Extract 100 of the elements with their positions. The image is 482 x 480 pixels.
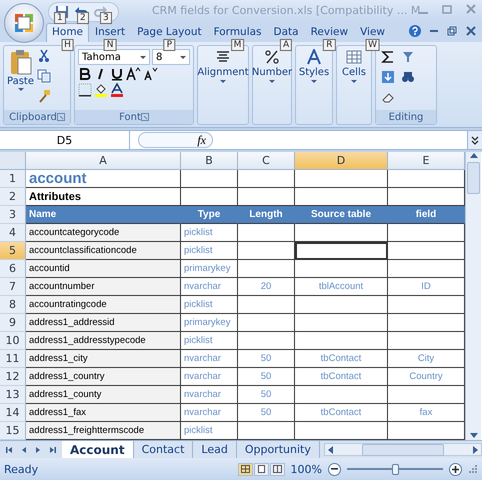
ribbon-tab[interactable]: Data: [268, 23, 305, 42]
grow-font-icon: [126, 67, 141, 81]
table-cell: picklist: [181, 224, 238, 242]
last-sheet-icon: [49, 446, 56, 454]
column-header[interactable]: A: [26, 152, 181, 170]
zoom-slider-thumb[interactable]: [392, 464, 399, 474]
row-header[interactable]: 10: [0, 332, 26, 350]
ribbon-tab[interactable]: View: [354, 23, 391, 42]
row-header[interactable]: 5: [0, 242, 26, 260]
zoom-in-button[interactable]: [449, 462, 462, 476]
column-heading: field: [388, 206, 465, 224]
table-cell: fax: [388, 404, 465, 422]
table-cell: [238, 188, 295, 206]
table-cell: address1_addressid: [26, 314, 181, 332]
horizontal-scrollbar[interactable]: [324, 443, 482, 456]
table-cell: address1_fax: [26, 404, 181, 422]
table-cell: accountratingcode: [26, 296, 181, 314]
insert-function-button[interactable]: fx: [138, 132, 213, 148]
zoom-level[interactable]: 100%: [290, 462, 322, 476]
table-cell: accountid: [26, 260, 181, 278]
column-header[interactable]: B: [181, 152, 238, 170]
page-layout-button[interactable]: [254, 462, 269, 476]
ribbon-tab[interactable]: Home: [46, 23, 90, 42]
row-header[interactable]: 12: [0, 368, 26, 386]
key-tip: P: [164, 39, 176, 51]
sort-filter-icon: [401, 50, 415, 64]
column-header[interactable]: C: [238, 152, 295, 170]
expand-icon: [471, 136, 479, 144]
table-cell: nvarchar: [181, 278, 238, 296]
table-cell: nvarchar: [181, 404, 238, 422]
column-header[interactable]: D: [295, 152, 388, 170]
row-header[interactable]: 11: [0, 350, 26, 368]
name-box[interactable]: D5: [0, 131, 130, 149]
row-header[interactable]: 3: [0, 206, 26, 224]
row-header[interactable]: 2: [0, 188, 26, 206]
active-cell[interactable]: [295, 242, 388, 260]
table-cell: accountnumber: [26, 278, 181, 296]
table-cell: account: [26, 170, 181, 188]
table-cell: Attributes: [26, 188, 181, 206]
font-color-icon: [110, 83, 124, 97]
table-cell: accountcategorycode: [26, 224, 181, 242]
dropdown-arrow-icon: [18, 88, 24, 91]
sum-icon: [381, 50, 395, 64]
row-header[interactable]: 4: [0, 224, 26, 242]
office-logo-icon: [13, 12, 35, 34]
scroll-right-icon: [472, 444, 479, 454]
shrink-font-icon: [143, 67, 158, 81]
table-cell: primarykey: [181, 314, 238, 332]
ribbon-tab[interactable]: Review: [304, 23, 354, 42]
percent-icon: [264, 49, 280, 65]
minimize-icon: [430, 30, 438, 32]
row-header[interactable]: 6: [0, 260, 26, 278]
ribbon-tab[interactable]: Page Layout: [131, 23, 208, 42]
fill-down-icon: [381, 70, 395, 84]
table-cell: 50: [238, 404, 295, 422]
table-cell: [238, 314, 295, 332]
table-cell: tbContact: [295, 350, 388, 368]
zoom-out-button[interactable]: [328, 462, 341, 476]
scrollbar-thumb[interactable]: [467, 162, 480, 194]
table-cell: Country: [388, 368, 465, 386]
row-header[interactable]: 9: [0, 314, 26, 332]
table-cell: nvarchar: [181, 350, 238, 368]
key-tip: N: [104, 39, 116, 51]
font-name-field[interactable]: Tahoma: [78, 49, 150, 65]
font-size-field[interactable]: 8: [152, 49, 190, 65]
row-header[interactable]: 14: [0, 404, 26, 422]
row-header[interactable]: 1: [0, 170, 26, 188]
key-tip: R: [323, 39, 336, 51]
table-cell: City: [388, 350, 465, 368]
status-text: Ready: [4, 462, 38, 476]
key-tip: 3: [100, 12, 112, 24]
table-cell: address1_freighttermscode: [26, 422, 181, 440]
fill-color-icon: [94, 83, 108, 97]
row-header[interactable]: 8: [0, 296, 26, 314]
row-header[interactable]: 7: [0, 278, 26, 296]
row-header[interactable]: 15: [0, 422, 26, 440]
close-icon: [466, 4, 476, 14]
column-header[interactable]: E: [388, 152, 465, 170]
normal-view-button[interactable]: [238, 462, 253, 476]
dropdown-arrow-icon: [140, 56, 146, 58]
redo-icon: [94, 5, 108, 19]
ribbon-tab[interactable]: Formulas: [208, 23, 268, 42]
column-heading: Type: [181, 206, 238, 224]
first-sheet-icon: [6, 446, 13, 454]
table-cell: tblAccount: [295, 278, 388, 296]
sheet-tab[interactable]: Account: [62, 441, 134, 458]
maximize-icon: [442, 4, 452, 14]
table-cell: [238, 422, 295, 440]
paste-button[interactable]: Paste: [7, 49, 34, 107]
page-break-button[interactable]: [270, 462, 285, 476]
window-title: CRM fields for Conversion.xls [Compatibility ... M: [152, 4, 420, 17]
table-cell: picklist: [181, 296, 238, 314]
office-button[interactable]: [4, 3, 44, 43]
row-header[interactable]: 13: [0, 386, 26, 404]
table-cell: address1_country: [26, 368, 181, 386]
clipboard-icon: [8, 49, 32, 75]
help-icon: [409, 25, 421, 37]
table-cell: [181, 188, 238, 206]
ribbon-tab[interactable]: Insert: [89, 23, 132, 42]
table-cell: picklist: [181, 422, 238, 440]
